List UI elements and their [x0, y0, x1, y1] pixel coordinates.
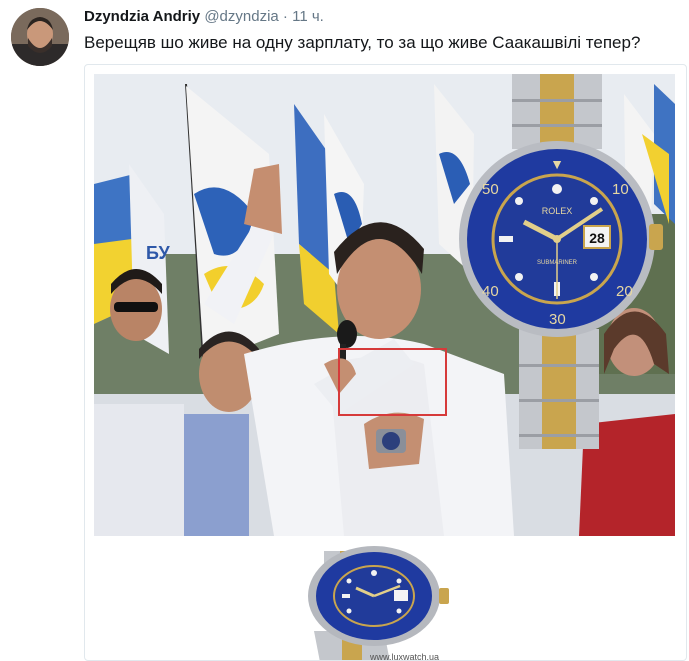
author-name[interactable]: Dzyndzia Andriy [84, 8, 200, 25]
bezel-number: 50 [482, 181, 499, 198]
protest-photo[interactable]: БУ ▼ 10 20 30 40 50 28 ROLEX [94, 74, 675, 536]
tweet-text: Верещяв шо живе на одну зарплату, то за … [84, 33, 641, 52]
avatar[interactable] [11, 8, 69, 66]
protest-photo-image: БУ ▼ 10 20 30 40 50 28 ROLEX [94, 74, 675, 536]
bezel-number: 40 [482, 283, 499, 300]
bezel-number: 20 [616, 283, 633, 300]
avatar-image [11, 8, 69, 66]
watermark: www.luxwatch.ua [369, 652, 439, 661]
tweet-header: Dzyndzia Andriy @dzyndzia · 11 ч. [84, 8, 324, 25]
separator: · [282, 8, 288, 25]
bezel-number: 10 [612, 181, 629, 198]
tweet-timestamp[interactable]: 11 ч. [292, 8, 324, 25]
product-photo-image: www.luxwatch.ua [94, 536, 675, 661]
bezel-number: 30 [549, 311, 566, 328]
flag-text: БУ [146, 243, 170, 263]
author-handle[interactable]: @dzyndzia [204, 8, 278, 25]
watch-date: 28 [589, 230, 605, 246]
tweet-media[interactable]: БУ ▼ 10 20 30 40 50 28 ROLEX www.luxwatc… [84, 64, 687, 661]
watch-brand: ROLEX [542, 206, 573, 216]
product-photo[interactable]: www.luxwatch.ua [94, 536, 675, 661]
svg-text:▼: ▼ [550, 156, 564, 172]
